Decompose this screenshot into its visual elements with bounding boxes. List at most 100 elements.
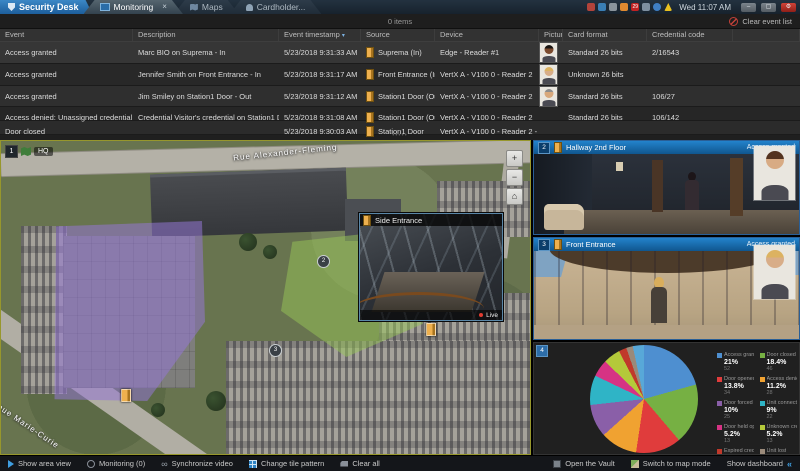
chevron-left-icon: « bbox=[787, 460, 792, 468]
camera-popup-header[interactable]: Side Entrance bbox=[360, 214, 502, 226]
map-title-overlay: 1 HQ bbox=[5, 145, 53, 158]
col-source[interactable]: Source bbox=[361, 28, 435, 41]
map-icon bbox=[21, 147, 31, 156]
eraser-icon bbox=[340, 461, 348, 467]
legend-item: Unit lost2%5 bbox=[760, 448, 798, 455]
chart-tile[interactable]: 4 Access granted21%52 Door closed18.4%46… bbox=[533, 342, 800, 455]
camera-popup-side-entrance[interactable]: Side Entrance Live bbox=[359, 213, 503, 321]
show-dashboard-button[interactable]: Show dashboard« bbox=[727, 459, 792, 468]
tools-icon[interactable] bbox=[587, 3, 595, 11]
minimize-button[interactable]: – bbox=[741, 3, 756, 12]
security-desk-window: Security Desk Monitoring × Maps Cardhold… bbox=[0, 0, 800, 471]
col-event[interactable]: Event bbox=[0, 28, 133, 41]
tile-pattern-icon bbox=[249, 460, 257, 468]
cardholder-picture bbox=[539, 64, 558, 85]
warning-icon[interactable] bbox=[664, 3, 672, 11]
table-scrollbar[interactable]: ••••• bbox=[0, 133, 800, 139]
monitoring-icon bbox=[87, 460, 95, 468]
status-bar: Show area view Monitoring (0) ∞Synchroni… bbox=[0, 455, 800, 471]
camera-tile-hallway[interactable]: 2 Hallway 2nd Floor Access granted bbox=[533, 140, 800, 235]
col-credential-code[interactable]: Credential code bbox=[647, 28, 733, 41]
clock: Wed 11:07 AM bbox=[679, 3, 731, 12]
col-device[interactable]: Device bbox=[435, 28, 539, 41]
legend-swatch bbox=[717, 425, 722, 430]
map-tile[interactable]: Rue Alexander-Fleming Avenue Marie-Curie… bbox=[0, 140, 531, 455]
tab-monitoring[interactable]: Monitoring × bbox=[84, 0, 183, 14]
map-marker-3[interactable]: 3 bbox=[269, 344, 282, 357]
zoom-in-button[interactable]: + bbox=[506, 150, 523, 167]
open-vault-button[interactable]: Open the Vault bbox=[553, 459, 614, 468]
legend-swatch bbox=[760, 353, 765, 358]
col-card-format[interactable]: Card format bbox=[563, 28, 647, 41]
table-row[interactable]: Access denied: Unassigned credential Cre… bbox=[0, 107, 800, 121]
map-marker-2[interactable]: 2 bbox=[317, 255, 330, 268]
app-title: Security Desk bbox=[19, 2, 79, 12]
change-tile-pattern-button[interactable]: Change tile pattern bbox=[249, 459, 324, 468]
app-menu-button[interactable]: Security Desk bbox=[0, 0, 93, 14]
door-icon bbox=[366, 69, 374, 80]
synchronize-video-button[interactable]: ∞Synchronize video bbox=[161, 459, 233, 468]
home-button[interactable]: ⌂ bbox=[506, 188, 523, 205]
person-silhouette bbox=[684, 172, 700, 212]
tile-number-badge: 4 bbox=[536, 345, 548, 357]
map-icon bbox=[190, 4, 198, 11]
col-picture[interactable]: Picture bbox=[539, 28, 563, 41]
table-row[interactable]: Access granted Jim Smiley on Station1 Do… bbox=[0, 86, 800, 107]
tile-number-badge: 1 bbox=[5, 145, 18, 158]
col-description[interactable]: Description bbox=[133, 28, 279, 41]
show-area-view-button[interactable]: Show area view bbox=[8, 459, 71, 468]
legend-item: Door closed18.4%46 bbox=[760, 352, 798, 372]
title-bar: Security Desk Monitoring × Maps Cardhold… bbox=[0, 0, 800, 14]
switch-map-mode-button[interactable]: Switch to map mode bbox=[631, 459, 711, 468]
clear-icon bbox=[729, 17, 738, 26]
clear-all-button[interactable]: Clear all bbox=[340, 459, 380, 468]
close-tab-icon[interactable]: × bbox=[162, 3, 167, 11]
map-controls: + − ⌂ bbox=[506, 150, 523, 205]
clear-event-list-button[interactable]: Clear event list bbox=[729, 17, 792, 26]
legend-item: Door forced open10%25 bbox=[717, 400, 755, 420]
door-icon bbox=[366, 112, 374, 123]
options-button[interactable]: ⚙ bbox=[781, 3, 796, 12]
event-toolbar: 0 items Clear event list bbox=[0, 14, 800, 29]
door-icon bbox=[554, 239, 562, 250]
cardholder-picture bbox=[539, 86, 558, 107]
alerts-badge-icon[interactable]: 29 bbox=[631, 3, 639, 11]
table-row[interactable]: Access granted Marc BIO on Suprema - In … bbox=[0, 42, 800, 64]
door-icon bbox=[363, 215, 371, 226]
mic-icon[interactable] bbox=[609, 3, 617, 11]
table-row[interactable]: Access granted Jennifer Smith on Front E… bbox=[0, 64, 800, 86]
legend-item: Door held open5.2%13 bbox=[717, 424, 755, 444]
remote-icon[interactable] bbox=[598, 3, 606, 11]
door-marker-icon[interactable] bbox=[121, 389, 131, 402]
tile-workspace: Rue Alexander-Fleming Avenue Marie-Curie… bbox=[0, 140, 800, 455]
map-mode-icon bbox=[631, 460, 639, 468]
door-marker-icon[interactable] bbox=[426, 323, 436, 336]
col-timestamp[interactable]: Event timestamp▾ bbox=[279, 28, 361, 41]
tile-title: Front Entrance bbox=[566, 240, 616, 249]
vault-icon bbox=[553, 460, 561, 468]
sort-desc-icon: ▾ bbox=[342, 33, 345, 39]
chart-legend: Access granted21%52 Door closed18.4%46 D… bbox=[717, 352, 797, 455]
tab-cardholder[interactable]: Cardholder... bbox=[230, 0, 322, 14]
maximize-button[interactable]: ▢ bbox=[761, 3, 776, 12]
door-icon bbox=[554, 142, 562, 153]
speaker-icon[interactable] bbox=[642, 3, 650, 11]
sync-icon: ∞ bbox=[161, 460, 167, 468]
horn-icon[interactable] bbox=[620, 3, 628, 11]
network-icon[interactable] bbox=[653, 3, 661, 11]
camera-title: Side Entrance bbox=[375, 216, 422, 225]
legend-item: Expired credential2.4%6 bbox=[717, 448, 755, 455]
legend-swatch bbox=[760, 401, 765, 406]
camera-tile-front-entrance[interactable]: 3 Front Entrance Access granted bbox=[533, 237, 800, 340]
shield-icon bbox=[8, 3, 15, 11]
arrow-icon bbox=[8, 460, 14, 468]
tile-number-badge: 3 bbox=[538, 239, 550, 251]
cardholder-picture bbox=[539, 42, 558, 63]
camera-popup-footer: Live bbox=[360, 310, 502, 320]
legend-item: Access granted21%52 bbox=[717, 352, 755, 372]
tab-maps[interactable]: Maps bbox=[174, 0, 239, 14]
zoom-out-button[interactable]: − bbox=[506, 169, 523, 186]
monitoring-button[interactable]: Monitoring (0) bbox=[87, 459, 145, 468]
live-dot-icon bbox=[479, 313, 483, 317]
tile-title: Hallway 2nd Floor bbox=[566, 143, 626, 152]
